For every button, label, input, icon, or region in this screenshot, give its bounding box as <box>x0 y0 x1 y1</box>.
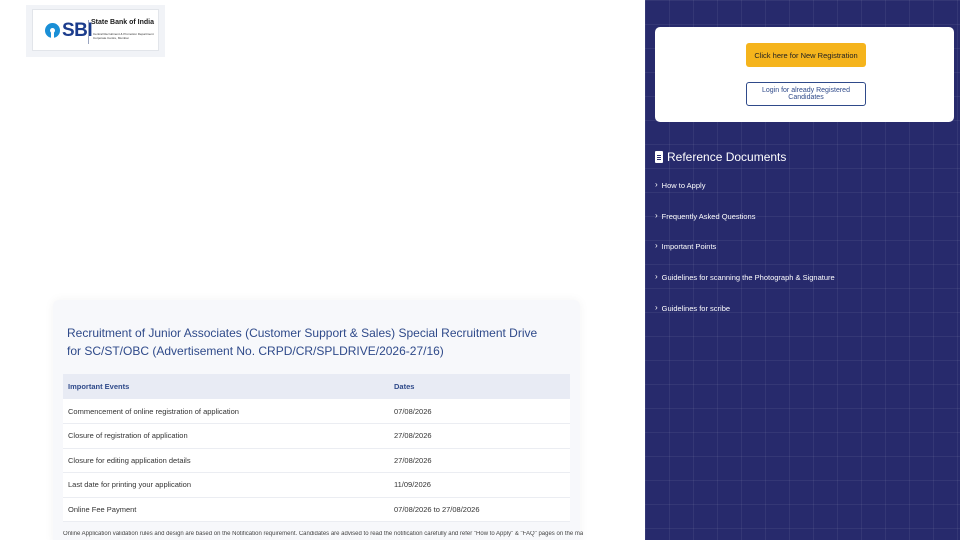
table-header-row: Important Events Dates <box>63 374 570 399</box>
event-cell: Last date for printing your application <box>63 472 389 498</box>
table-row: Closure of registration of application 2… <box>63 423 570 449</box>
registration-card: Click here for New Registration Login fo… <box>655 27 954 122</box>
date-cell: 27/08/2026 <box>389 448 570 473</box>
date-cell: 11/09/2026 <box>389 472 570 498</box>
document-icon <box>655 151 663 163</box>
ref-link-label: Guidelines for scanning the Photograph &… <box>661 272 835 282</box>
ref-link-important-points[interactable]: › Important Points <box>655 240 716 252</box>
chevron-right-icon: › <box>655 211 658 220</box>
date-cell: 07/08/2026 <box>389 399 570 424</box>
recruitment-notice-panel: Recruitment of Junior Associates (Custom… <box>53 300 583 540</box>
event-cell: Closure for editing application details <box>63 448 389 473</box>
validation-note: Online Application validation rules and … <box>63 531 583 537</box>
sidebar: Click here for New Registration Login fo… <box>645 0 960 540</box>
ref-link-how-to-apply[interactable]: › How to Apply <box>655 179 705 191</box>
ref-link-label: Guidelines for scribe <box>661 303 731 313</box>
table-row: Closure for editing application details … <box>63 448 570 473</box>
chevron-right-icon: › <box>655 303 658 312</box>
table-row: Online Fee Payment 07/08/2026 to 27/08/2… <box>63 497 570 522</box>
chevron-right-icon: › <box>655 180 658 189</box>
event-cell: Commencement of online registration of a… <box>63 399 389 424</box>
logo-bank-name: State Bank of India <box>91 19 155 26</box>
ref-link-faq[interactable]: › Frequently Asked Questions <box>655 210 755 222</box>
logo-divider <box>88 20 89 44</box>
new-registration-button[interactable]: Click here for New Registration <box>746 43 866 67</box>
column-header-events: Important Events <box>63 374 389 399</box>
reference-heading-text: Reference Documents <box>667 150 787 164</box>
logo-container: SBI State Bank of India Central Recruitm… <box>26 5 165 57</box>
sbi-logo[interactable]: SBI State Bank of India Central Recruitm… <box>32 9 159 51</box>
ref-link-photo-guidelines[interactable]: › Guidelines for scanning the Photograph… <box>655 271 835 283</box>
advertisement-title: Recruitment of Junior Associates (Custom… <box>67 326 538 358</box>
sbi-keyhole-icon <box>45 23 60 38</box>
ref-link-label: Important Points <box>661 241 717 251</box>
table-row: Last date for printing your application … <box>63 472 570 498</box>
date-cell: 27/08/2026 <box>389 423 570 449</box>
chevron-right-icon: › <box>655 272 658 281</box>
chevron-right-icon: › <box>655 241 658 250</box>
ref-link-scribe-guidelines[interactable]: › Guidelines for scribe <box>655 302 730 314</box>
column-header-dates: Dates <box>389 374 570 399</box>
main-content: SBI State Bank of India Central Recruitm… <box>0 0 645 540</box>
logo-department-line2: Corporate Centre, Mumbai <box>93 36 129 40</box>
event-cell: Closure of registration of application <box>63 423 389 449</box>
login-registered-button[interactable]: Login for already Registered Candidates <box>746 82 866 106</box>
table-row: Commencement of online registration of a… <box>63 399 570 424</box>
ref-link-label: Frequently Asked Questions <box>661 211 756 221</box>
event-cell: Online Fee Payment <box>63 497 389 522</box>
important-events-table: Important Events Dates Commencement of o… <box>63 374 570 522</box>
ref-link-label: How to Apply <box>661 180 706 190</box>
reference-documents-heading: Reference Documents <box>655 149 786 165</box>
date-cell: 07/08/2026 to 27/08/2026 <box>389 497 570 522</box>
